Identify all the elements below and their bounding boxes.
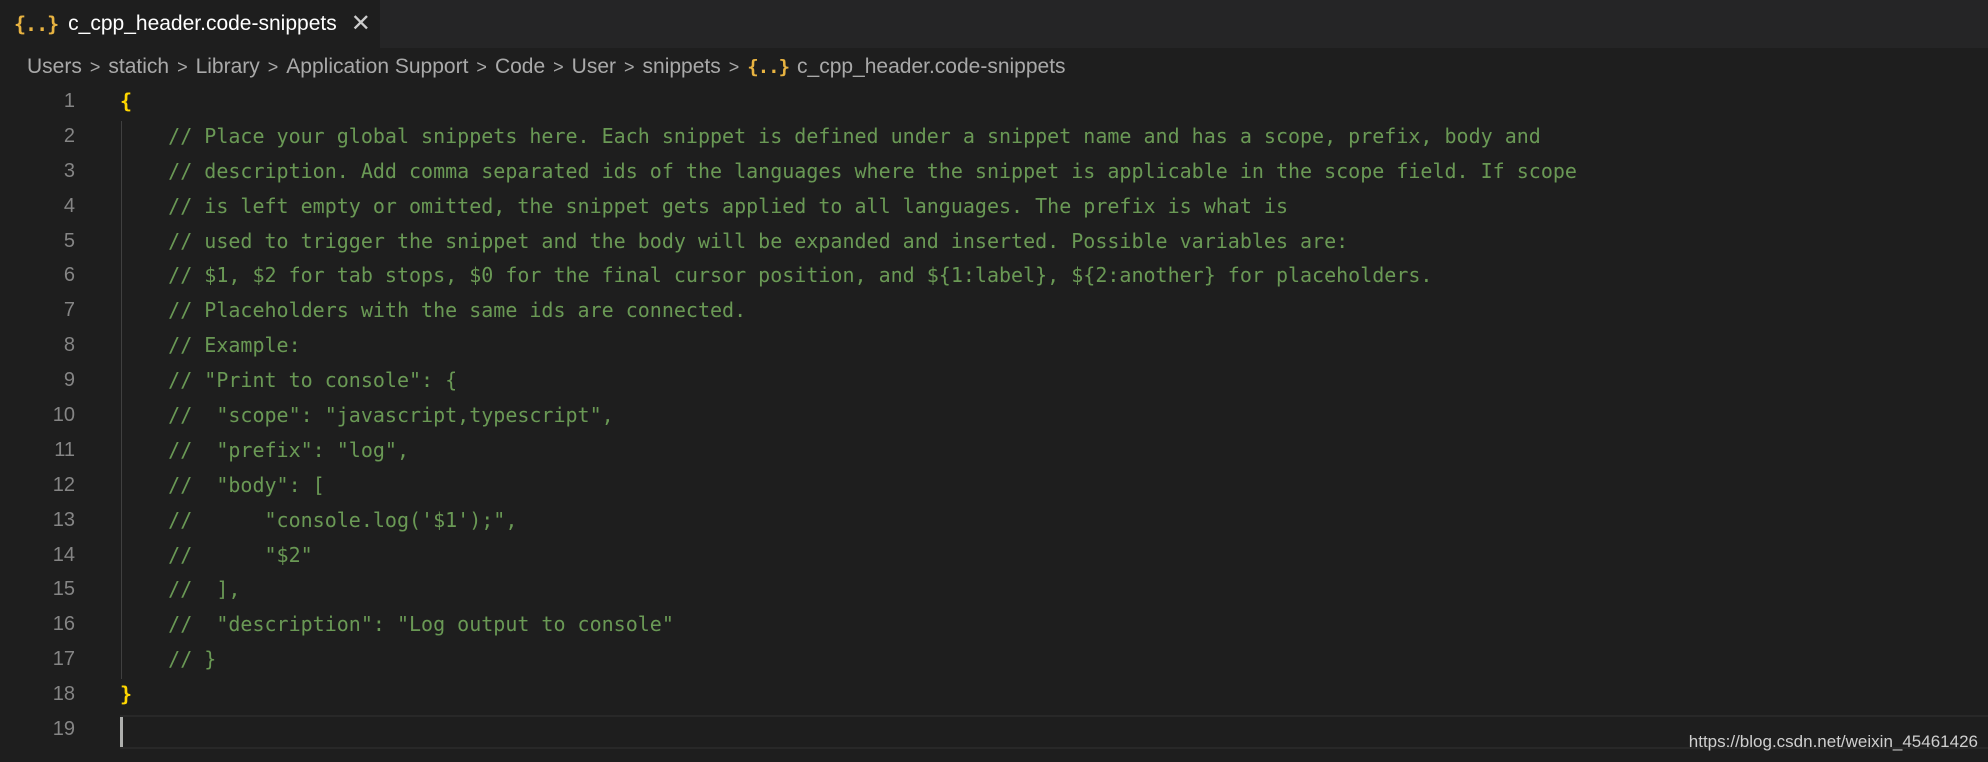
- chevron-right-icon: >: [624, 56, 635, 77]
- chevron-right-icon: >: [177, 56, 188, 77]
- code-line[interactable]: 16 // "description": "Log output to cons…: [0, 607, 1988, 642]
- line-number: 5: [63, 229, 75, 252]
- line-number: 19: [52, 718, 75, 741]
- close-icon[interactable]: ✕: [351, 12, 371, 36]
- code-line[interactable]: 3 // description. Add comma separated id…: [0, 154, 1988, 189]
- code-line[interactable]: 9 // "Print to console": {: [0, 363, 1988, 398]
- code-line[interactable]: 4 // is left empty or omitted, the snipp…: [0, 189, 1988, 224]
- code-line[interactable]: 11 // "prefix": "log",: [0, 433, 1988, 468]
- line-number: 10: [52, 404, 75, 427]
- comment-text: // "Print to console": {: [120, 368, 458, 393]
- code-line[interactable]: 2 // Place your global snippets here. Ea…: [0, 119, 1988, 154]
- breadcrumb-item-application-support[interactable]: Application Support: [286, 55, 468, 79]
- chevron-right-icon: >: [476, 56, 487, 77]
- comment-text: // Example:: [120, 333, 301, 358]
- comment-text: // description. Add comma separated ids …: [120, 158, 1577, 183]
- line-number: 11: [54, 438, 75, 461]
- comment-text: // used to trigger the snippet and the b…: [120, 228, 1349, 253]
- comment-text: // "body": [: [120, 472, 325, 497]
- json-file-icon: {..}: [14, 12, 59, 36]
- code-line[interactable]: 1{: [0, 84, 1988, 119]
- line-number: 4: [63, 194, 75, 217]
- line-number: 3: [63, 159, 75, 182]
- chevron-right-icon: >: [728, 56, 740, 77]
- comment-text: // Place your global snippets here. Each…: [120, 123, 1541, 148]
- breadcrumb: Users > statich > Library > Application …: [27, 50, 1066, 84]
- code-line[interactable]: 12 // "body": [: [0, 468, 1988, 503]
- line-number: 8: [63, 334, 75, 357]
- comment-text: // "scope": "javascript,typescript",: [120, 403, 614, 428]
- chevron-right-icon: >: [553, 56, 564, 77]
- line-number: 2: [63, 124, 75, 147]
- code-line[interactable]: 15 // ],: [0, 572, 1988, 607]
- comment-text: // "$2": [120, 542, 313, 567]
- comment-text: // ],: [120, 577, 241, 602]
- tab-bar: {..} c_cpp_header.code-snippets ✕: [0, 0, 1988, 48]
- tab-label: c_cpp_header.code-snippets: [68, 12, 337, 35]
- editor-tab[interactable]: {..} c_cpp_header.code-snippets ✕: [0, 0, 380, 48]
- code-editor: {..} c_cpp_header.code-snippets ✕ Users …: [0, 0, 1988, 762]
- code-line[interactable]: 6 // $1, $2 for tab stops, $0 for the fi…: [0, 258, 1988, 293]
- line-number: 12: [52, 473, 75, 496]
- code-line[interactable]: 17 // }: [0, 642, 1988, 677]
- watermark: https://blog.csdn.net/weixin_45461426: [1688, 732, 1978, 751]
- line-number: 14: [52, 543, 75, 566]
- comment-text: // "description": "Log output to console…: [120, 612, 674, 637]
- comment-text: // Placeholders with the same ids are co…: [120, 298, 747, 323]
- brace-token: {: [120, 89, 133, 113]
- code-line[interactable]: 18}: [0, 677, 1988, 712]
- breadcrumb-item-snippets[interactable]: snippets: [643, 55, 721, 79]
- chevron-right-icon: >: [267, 56, 279, 77]
- code-line[interactable]: 5 // used to trigger the snippet and the…: [0, 224, 1988, 259]
- brace-token: }: [120, 682, 133, 707]
- breadcrumb-item-users[interactable]: Users: [27, 55, 82, 79]
- code-line[interactable]: 8 // Example:: [0, 328, 1988, 363]
- line-number: 17: [52, 648, 75, 671]
- text-cursor: [120, 717, 123, 747]
- line-number: 9: [63, 369, 75, 392]
- line-number: 18: [52, 683, 75, 706]
- line-number: 15: [52, 578, 75, 601]
- comment-text: // is left empty or omitted, the snippet…: [120, 193, 1288, 218]
- chevron-right-icon: >: [89, 56, 101, 77]
- line-number: 6: [63, 264, 75, 287]
- code-area[interactable]: 1{2 // Place your global snippets here. …: [0, 84, 1988, 747]
- comment-text: // }: [120, 647, 217, 672]
- comment-text: // "console.log('$1');",: [120, 507, 518, 532]
- breadcrumb-item-user[interactable]: User: [572, 55, 616, 79]
- json-file-icon: {..}: [747, 56, 790, 78]
- breadcrumb-item-code[interactable]: Code: [495, 55, 545, 79]
- code-line[interactable]: 7 // Placeholders with the same ids are …: [0, 293, 1988, 328]
- line-number: 7: [63, 299, 75, 322]
- comment-text: // "prefix": "log",: [120, 437, 409, 462]
- line-number: 13: [52, 508, 75, 531]
- comment-text: // $1, $2 for tab stops, $0 for the fina…: [120, 263, 1433, 288]
- code-line[interactable]: 13 // "console.log('$1');",: [0, 503, 1988, 538]
- breadcrumb-item-statich[interactable]: statich: [108, 55, 169, 79]
- breadcrumb-item-file[interactable]: c_cpp_header.code-snippets: [797, 55, 1066, 79]
- line-number: 1: [63, 90, 75, 112]
- breadcrumb-item-library[interactable]: Library: [196, 55, 260, 79]
- line-number: 16: [52, 613, 75, 636]
- code-line[interactable]: 14 // "$2": [0, 538, 1988, 573]
- code-line[interactable]: 10 // "scope": "javascript,typescript",: [0, 398, 1988, 433]
